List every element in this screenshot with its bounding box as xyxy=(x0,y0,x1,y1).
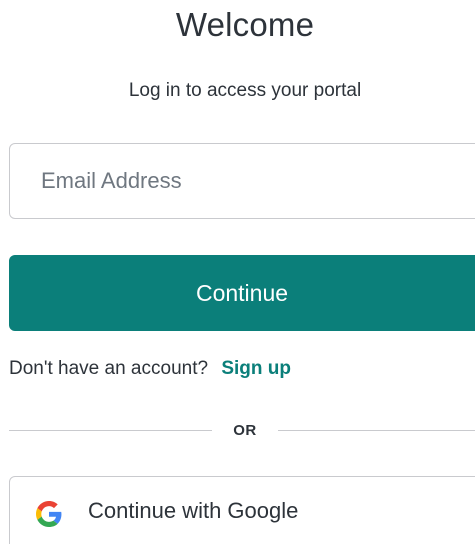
google-icon xyxy=(36,501,62,527)
google-button-label: Continue with Google xyxy=(88,498,299,523)
signup-row: Don't have an account? Sign up xyxy=(9,358,291,380)
or-divider: OR xyxy=(9,419,475,441)
page-title: Welcome xyxy=(175,6,315,43)
divider-line-right xyxy=(278,429,475,431)
email-field-container[interactable] xyxy=(9,143,475,219)
email-input[interactable] xyxy=(41,168,475,194)
signup-link[interactable]: Sign up xyxy=(221,358,291,379)
page-subtitle: Log in to access your portal xyxy=(128,80,362,101)
signup-prompt: Don't have an account? xyxy=(9,358,209,379)
divider-line-left xyxy=(9,429,212,431)
continue-button[interactable]: Continue xyxy=(9,255,475,331)
login-page: Welcome Log in to access your portal Con… xyxy=(0,0,475,544)
continue-with-google-button[interactable]: Continue with Google xyxy=(9,476,475,544)
divider-label: OR xyxy=(233,421,257,439)
